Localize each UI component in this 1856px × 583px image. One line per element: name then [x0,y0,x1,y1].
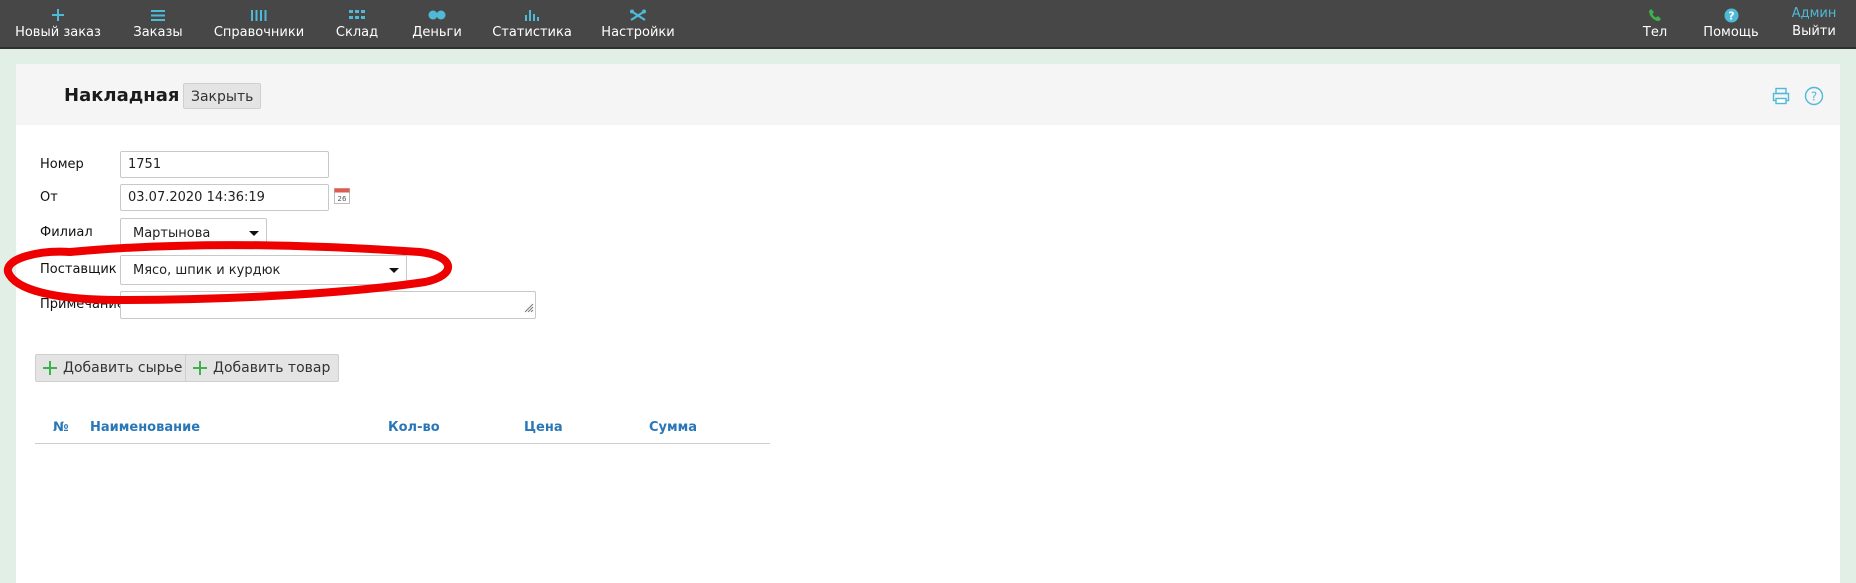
plus-icon [42,360,58,376]
add-product-label: Добавить товар [213,360,331,376]
branch-label: Филиал [40,225,93,240]
supplier-label: Поставщик [40,262,117,277]
nav-label: Статистика [492,25,572,40]
phone-icon [1648,8,1662,22]
bars-icon [250,8,268,22]
branch-select[interactable]: Мартынова [120,218,267,248]
add-raw-material-button[interactable]: Добавить сырье [35,354,192,382]
column-header-number[interactable]: № [53,420,69,435]
column-header-sum[interactable]: Сумма [649,420,697,435]
page-title: Накладная [64,85,180,106]
nav-directories[interactable]: Справочники [214,0,304,47]
list-icon [150,8,166,22]
add-product-button[interactable]: Добавить товар [185,354,340,382]
nav-label: Склад [335,25,379,40]
nav-label: Справочники [213,25,305,40]
help-circle-icon[interactable]: ? [1804,86,1824,106]
resize-handle-icon[interactable] [523,298,534,317]
plus-icon [51,8,65,22]
nav-statistics[interactable]: Статистика [492,0,572,47]
chart-icon [524,8,540,22]
invoice-card: Накладная Закрыть ? Номер 1751 От 03.07.… [16,64,1840,583]
date-field[interactable]: 03.07.2020 14:36:19 [120,184,329,211]
note-label: Примечание [40,297,125,312]
plus-icon [192,360,208,376]
table-header-divider [35,443,770,444]
column-header-name[interactable]: Наименование [90,420,200,435]
grid-icon [349,8,365,22]
chevron-down-icon [249,231,259,236]
help-icon: ? [1724,8,1739,22]
card-header: Накладная Закрыть ? [16,64,1840,125]
nav-user-logout[interactable]: Админ Выйти [1791,0,1837,47]
tools-icon [629,8,647,22]
column-header-price[interactable]: Цена [524,420,563,435]
nav-orders[interactable]: Заказы [133,0,183,47]
close-button[interactable]: Закрыть [183,83,262,109]
nav-settings[interactable]: Настройки [601,0,675,47]
supplier-select[interactable]: Мясо, шпик и курдюк [120,255,407,285]
top-navigation-bar: Новый заказ Заказы Справочники Склад Ден… [0,0,1856,49]
nav-label: Тел [1642,25,1668,40]
branch-value: Мартынова [133,226,211,241]
user-name: Админ [1791,6,1837,21]
logout-label[interactable]: Выйти [1792,24,1836,40]
coins-icon [428,8,446,22]
nav-help[interactable]: ? Помощь [1703,0,1759,47]
number-field[interactable]: 1751 [120,151,329,178]
supplier-value: Мясо, шпик и курдюк [133,263,281,278]
chevron-down-icon [389,268,399,273]
nav-label: Помощь [1703,25,1759,40]
calendar-day: 26 [338,195,347,203]
nav-label: Новый заказ [15,25,101,40]
svg-text:?: ? [1811,90,1817,104]
nav-label: Заказы [133,25,183,40]
add-raw-material-label: Добавить сырье [63,360,183,376]
print-icon[interactable] [1771,86,1791,106]
date-label: От [40,190,58,205]
svg-text:?: ? [1728,9,1734,22]
note-textarea[interactable] [120,291,536,319]
nav-new-order[interactable]: Новый заказ [15,0,101,47]
nav-label: Настройки [601,25,675,40]
nav-label: Деньги [412,25,462,40]
column-header-quantity[interactable]: Кол-во [388,420,440,435]
number-label: Номер [40,157,84,172]
nav-warehouse[interactable]: Склад [336,0,378,47]
calendar-icon[interactable]: 26 [334,188,350,204]
nav-phone[interactable]: Тел [1640,0,1670,47]
nav-money[interactable]: Деньги [412,0,462,47]
